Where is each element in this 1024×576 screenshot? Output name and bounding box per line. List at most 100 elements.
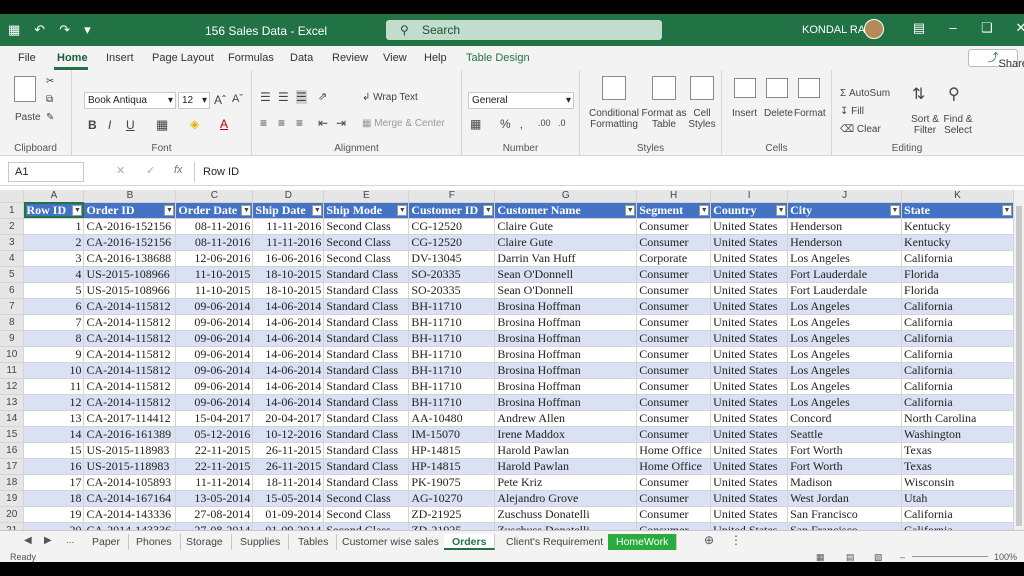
table-cell[interactable]: 12 (23, 394, 85, 411)
table-cell[interactable]: AG-10270 (408, 490, 496, 507)
table-header-cell[interactable]: Customer Name ▼ (494, 202, 638, 219)
align-left-icon[interactable]: ≡ (260, 116, 267, 130)
table-cell[interactable]: 4 (23, 266, 85, 283)
table-cell[interactable]: CA-2014-115812 (83, 314, 177, 331)
select-all-corner[interactable] (0, 190, 25, 203)
table-cell[interactable]: 16 (23, 458, 85, 475)
sheet-tab[interactable]: HomeWork (608, 534, 678, 550)
align-bottom-icon[interactable]: ☰ (296, 90, 307, 104)
conditional-formatting-button[interactable]: Conditional Formatting (584, 108, 644, 130)
table-cell[interactable]: Andrew Allen (494, 410, 638, 427)
sheet-tab[interactable]: Customer wise sales (334, 534, 448, 550)
table-cell[interactable]: California (901, 314, 1014, 331)
borders-icon[interactable]: ▦ (156, 117, 168, 133)
format-painter-icon[interactable]: ✎ (46, 112, 54, 123)
row-number[interactable]: 20 (0, 506, 25, 523)
tab-home[interactable]: Home (57, 52, 88, 64)
table-cell[interactable]: United States (710, 362, 789, 379)
sheet-tab[interactable]: Client's Requirement (498, 534, 613, 550)
column-header[interactable]: I (710, 190, 789, 203)
table-cell[interactable]: United States (710, 298, 789, 315)
table-cell[interactable]: 09-06-2014 (175, 330, 254, 347)
table-cell[interactable]: Consumer (636, 378, 712, 395)
table-cell[interactable]: Brosina Hoffman (494, 362, 638, 379)
sheet-tab[interactable]: Supplies (232, 534, 290, 550)
font-color-icon[interactable]: A (220, 117, 228, 131)
table-cell[interactable]: ZD-21925 (408, 506, 496, 523)
table-cell[interactable]: 14-06-2014 (252, 330, 325, 347)
table-cell[interactable]: 15 (23, 442, 85, 459)
cancel-icon[interactable]: ✕ (116, 164, 125, 177)
table-cell[interactable]: Consumer (636, 314, 712, 331)
table-cell[interactable]: BH-11710 (408, 346, 496, 363)
table-cell[interactable]: 15-04-2017 (175, 410, 254, 427)
table-cell[interactable]: United States (710, 330, 789, 347)
table-cell[interactable]: Seattle (787, 426, 903, 443)
tab-formulas[interactable]: Formulas (228, 52, 274, 64)
table-cell[interactable]: Henderson (787, 218, 903, 235)
sheet-tab[interactable]: Storage (178, 534, 232, 550)
tab-data[interactable]: Data (290, 52, 313, 64)
table-cell[interactable]: 19 (23, 506, 85, 523)
row-number[interactable]: 8 (0, 314, 25, 331)
row-number[interactable]: 18 (0, 474, 25, 491)
table-cell[interactable]: Irene Maddox (494, 426, 638, 443)
clear-button[interactable]: ⌫ Clear (840, 124, 881, 135)
table-cell[interactable]: 14 (23, 426, 85, 443)
table-cell[interactable]: Madison (787, 474, 903, 491)
table-cell[interactable]: HP-14815 (408, 442, 496, 459)
page-layout-view-icon[interactable]: ▤ (846, 552, 855, 562)
table-header-cell[interactable]: Segment ▼ (636, 202, 712, 219)
align-right-icon[interactable]: ≡ (296, 116, 303, 130)
search-box[interactable]: ⚲ Search (386, 20, 662, 40)
table-cell[interactable]: 09-06-2014 (175, 378, 254, 395)
table-cell[interactable]: 05-12-2016 (175, 426, 254, 443)
table-cell[interactable]: CA-2014-143336 (83, 506, 177, 523)
insert-cells-button[interactable]: Insert (732, 108, 757, 119)
decrease-font-icon[interactable]: Aˇ (232, 93, 243, 105)
share-button[interactable]: ⤴ Share (968, 49, 1024, 70)
table-cell[interactable]: CA-2014-115812 (83, 330, 177, 347)
row-number[interactable]: 14 (0, 410, 25, 427)
table-cell[interactable]: Consumer (636, 410, 712, 427)
table-cell[interactable]: SO-20335 (408, 266, 496, 283)
table-cell[interactable]: 20-04-2017 (252, 410, 325, 427)
customize-qat-icon[interactable]: ▾ (84, 22, 91, 38)
more-sheets-icon[interactable]: ... (66, 535, 74, 546)
table-cell[interactable]: HP-14815 (408, 458, 496, 475)
column-header[interactable]: B (83, 190, 177, 203)
row-number[interactable]: 15 (0, 426, 25, 443)
table-cell[interactable]: Second Class (323, 250, 410, 267)
row-number[interactable]: 6 (0, 282, 25, 299)
table-cell[interactable]: 11-10-2015 (175, 282, 254, 299)
table-cell[interactable]: 26-11-2015 (252, 442, 325, 459)
table-cell[interactable]: 10 (23, 362, 85, 379)
table-cell[interactable]: 16-06-2016 (252, 250, 325, 267)
table-cell[interactable]: Consumer (636, 266, 712, 283)
table-cell[interactable]: IM-15070 (408, 426, 496, 443)
page-break-view-icon[interactable]: ▧ (874, 552, 883, 562)
table-cell[interactable]: United States (710, 410, 789, 427)
table-cell[interactable]: CA-2017-114412 (83, 410, 177, 427)
table-cell[interactable]: 11-11-2014 (175, 474, 254, 491)
table-cell[interactable]: 09-06-2014 (175, 298, 254, 315)
column-header[interactable]: K (901, 190, 1014, 203)
table-cell[interactable]: Standard Class (323, 474, 410, 491)
table-cell[interactable]: Standard Class (323, 426, 410, 443)
table-cell[interactable]: CA-2014-167164 (83, 490, 177, 507)
table-cell[interactable]: Wisconsin (901, 474, 1014, 491)
table-cell[interactable]: California (901, 394, 1014, 411)
table-cell[interactable]: CA-2014-115812 (83, 346, 177, 363)
italic-icon[interactable]: I (108, 118, 111, 132)
table-cell[interactable]: BH-11710 (408, 362, 496, 379)
table-cell[interactable]: 3 (23, 250, 85, 267)
filter-dropdown-icon[interactable]: ▼ (625, 204, 636, 216)
table-cell[interactable]: 14-06-2014 (252, 394, 325, 411)
table-cell[interactable]: 12-06-2016 (175, 250, 254, 267)
table-cell[interactable]: United States (710, 346, 789, 363)
table-cell[interactable]: 18-10-2015 (252, 266, 325, 283)
row-number[interactable]: 12 (0, 378, 25, 395)
filter-dropdown-icon[interactable]: ▼ (72, 204, 83, 216)
tab-split-icon[interactable]: ⋮ (730, 533, 742, 547)
filter-dropdown-icon[interactable]: ▼ (776, 204, 787, 216)
